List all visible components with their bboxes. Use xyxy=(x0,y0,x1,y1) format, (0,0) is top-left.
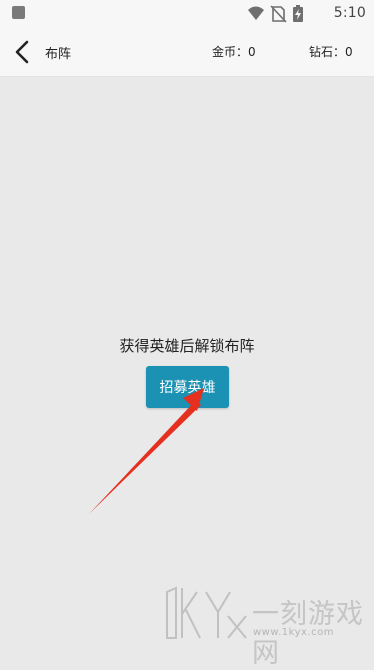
unlock-message: 获得英雄后解锁布阵 xyxy=(119,337,255,355)
diamond-count: 钻石：0 xyxy=(309,45,353,59)
wifi-icon xyxy=(248,6,264,20)
coin-count: 金币：0 xyxy=(212,45,256,59)
app-header: 布阵 金币：0 钻石：0 xyxy=(0,28,374,77)
battery-charging-icon xyxy=(293,5,303,22)
chevron-left-icon[interactable] xyxy=(10,38,36,66)
recruit-hero-button[interactable]: 招募英雄 xyxy=(146,366,229,408)
watermark-logo xyxy=(162,584,250,644)
notification-square-icon xyxy=(12,6,25,19)
watermark-url: www.1kyx.com xyxy=(253,627,334,638)
page-title: 布阵 xyxy=(45,47,72,62)
status-bar: 5:10 xyxy=(0,0,374,28)
status-icons xyxy=(246,4,312,24)
no-sim-icon xyxy=(270,5,287,23)
red-arrow-annotation xyxy=(89,388,204,514)
status-time: 5:10 xyxy=(333,5,366,21)
